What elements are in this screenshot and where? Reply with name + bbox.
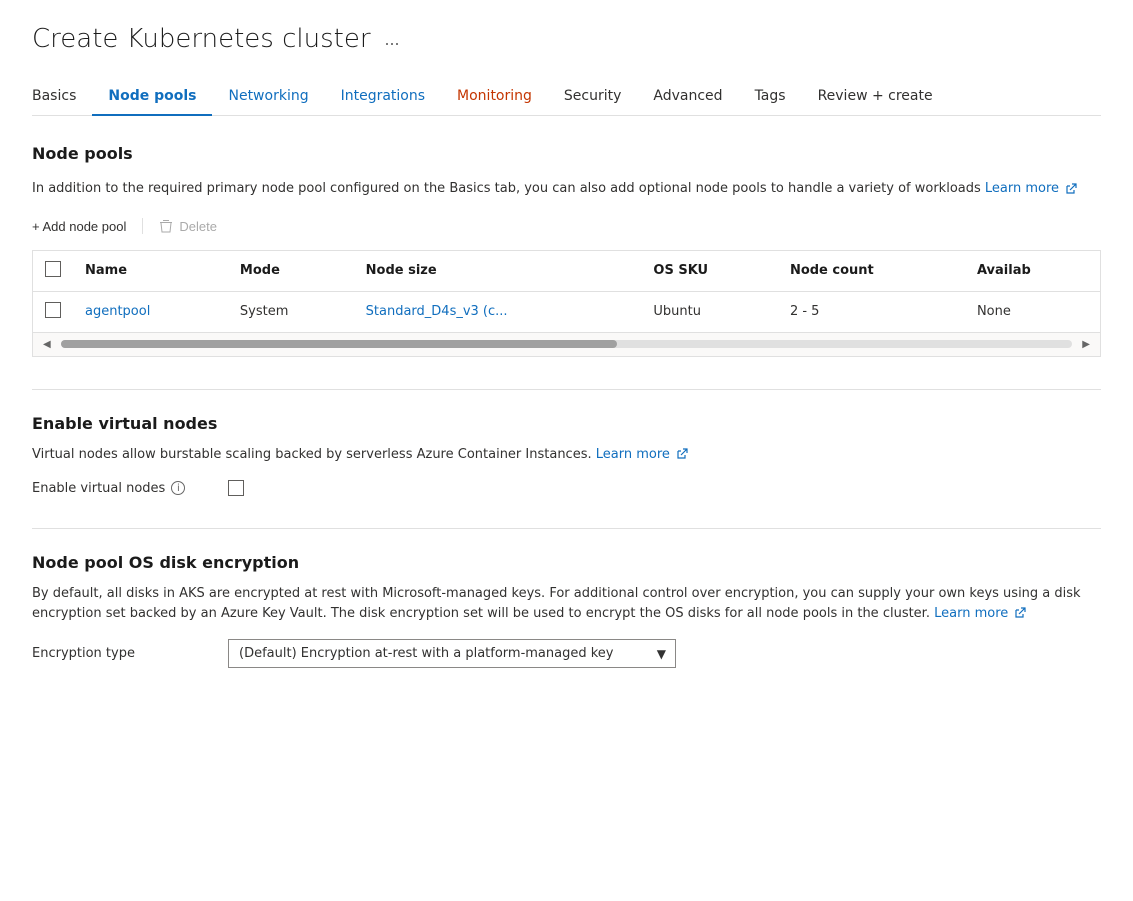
cell-name: agentpool <box>73 291 228 332</box>
node-size-link[interactable]: Standard_D4s_v3 (c... <box>366 304 508 319</box>
page-title: Create Kubernetes cluster <box>32 24 371 54</box>
tab-tags[interactable]: Tags <box>739 78 802 116</box>
scroll-right-arrow[interactable]: ▶ <box>1080 337 1092 352</box>
table-row: agentpool System Standard_D4s_v3 (c... U… <box>33 291 1100 332</box>
scroll-bar: ◀ ▶ <box>33 332 1100 356</box>
cell-node-size: Standard_D4s_v3 (c... <box>354 291 642 332</box>
cell-node-count: 2 - 5 <box>778 291 965 332</box>
virtual-nodes-learn-more[interactable]: Learn more <box>596 447 688 462</box>
disk-encryption-learn-more[interactable]: Learn more <box>934 606 1026 621</box>
virtual-nodes-label: Enable virtual nodes i <box>32 481 212 496</box>
cell-mode: System <box>228 291 354 332</box>
scroll-left-arrow[interactable]: ◀ <box>41 337 53 352</box>
virtual-nodes-row: Enable virtual nodes i <box>32 480 1101 496</box>
cell-os-sku: Ubuntu <box>641 291 778 332</box>
col-mode: Mode <box>228 251 354 292</box>
cell-availability: None <box>965 291 1100 332</box>
col-availability: Availab <box>965 251 1100 292</box>
virtual-nodes-title: Enable virtual nodes <box>32 414 1101 433</box>
divider-2 <box>32 528 1101 529</box>
select-all-header <box>33 251 73 292</box>
ellipsis-button[interactable]: ... <box>379 27 406 52</box>
tab-review-create[interactable]: Review + create <box>802 78 949 116</box>
delete-icon <box>159 219 173 233</box>
col-node-count: Node count <box>778 251 965 292</box>
tab-monitoring[interactable]: Monitoring <box>441 78 548 116</box>
node-pools-section: Node pools In addition to the required p… <box>32 144 1101 357</box>
table-toolbar: + Add node pool Delete <box>32 215 1101 238</box>
divider-1 <box>32 389 1101 390</box>
disk-encryption-section: Node pool OS disk encryption By default,… <box>32 553 1101 668</box>
node-pools-table: Name Mode Node size OS SKU Node count Av… <box>33 251 1100 332</box>
encryption-select-wrapper: (Default) Encryption at-rest with a plat… <box>228 639 676 668</box>
add-node-pool-button[interactable]: + Add node pool <box>32 215 126 238</box>
tab-security[interactable]: Security <box>548 78 638 116</box>
tab-basics[interactable]: Basics <box>32 78 92 116</box>
tab-node-pools[interactable]: Node pools <box>92 78 212 116</box>
virtual-nodes-checkbox[interactable] <box>228 480 244 496</box>
node-pools-title: Node pools <box>32 144 1101 163</box>
row-checkbox-cell <box>33 291 73 332</box>
tab-integrations[interactable]: Integrations <box>325 78 441 116</box>
virtual-nodes-description: Virtual nodes allow burstable scaling ba… <box>32 445 1101 465</box>
delete-button[interactable]: Delete <box>159 215 217 238</box>
disk-encryption-description: By default, all disks in AKS are encrypt… <box>32 584 1101 623</box>
node-pools-learn-more[interactable]: Learn more <box>985 181 1077 196</box>
row-checkbox[interactable] <box>45 302 61 318</box>
tab-nav: Basics Node pools Networking Integration… <box>32 78 1101 116</box>
col-os-sku: OS SKU <box>641 251 778 292</box>
encryption-type-row: Encryption type (Default) Encryption at-… <box>32 639 1101 668</box>
virtual-nodes-section: Enable virtual nodes Virtual nodes allow… <box>32 414 1101 497</box>
select-all-checkbox[interactable] <box>45 261 61 277</box>
scroll-thumb <box>61 340 617 348</box>
encryption-type-select[interactable]: (Default) Encryption at-rest with a plat… <box>228 639 676 668</box>
tab-advanced[interactable]: Advanced <box>637 78 738 116</box>
col-name: Name <box>73 251 228 292</box>
virtual-nodes-info-icon[interactable]: i <box>171 481 185 495</box>
col-node-size: Node size <box>354 251 642 292</box>
toolbar-separator <box>142 218 143 234</box>
tab-networking[interactable]: Networking <box>212 78 324 116</box>
scroll-track[interactable] <box>61 340 1073 348</box>
disk-encryption-title: Node pool OS disk encryption <box>32 553 1101 572</box>
node-pools-table-container: Name Mode Node size OS SKU Node count Av… <box>32 250 1101 357</box>
encryption-type-label: Encryption type <box>32 646 212 661</box>
agentpool-link[interactable]: agentpool <box>85 304 150 319</box>
node-pools-description: In addition to the required primary node… <box>32 179 1101 199</box>
